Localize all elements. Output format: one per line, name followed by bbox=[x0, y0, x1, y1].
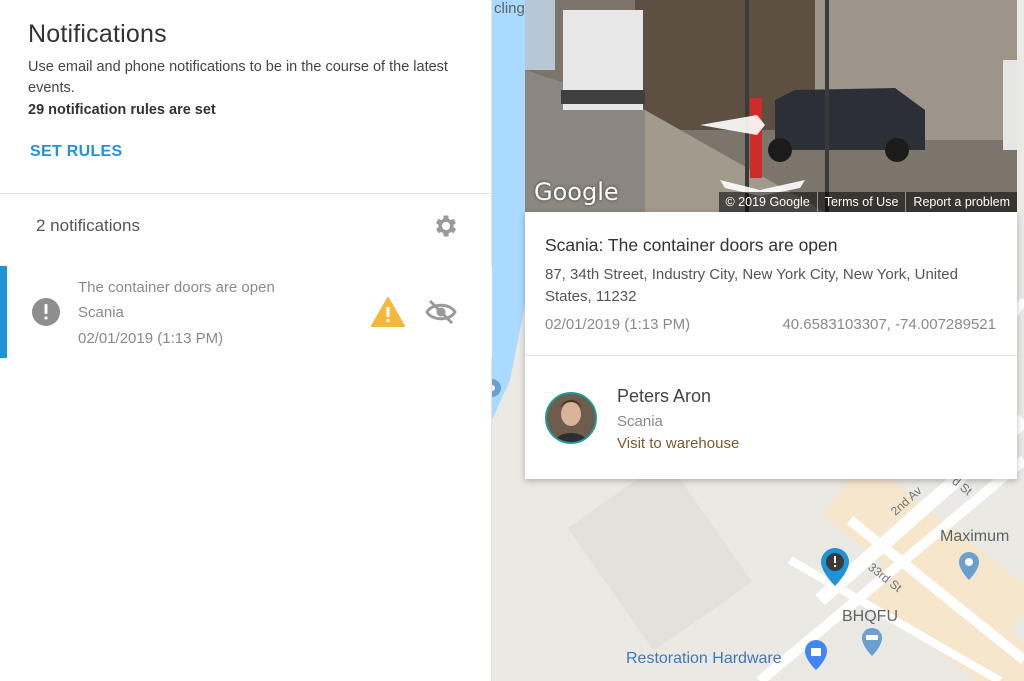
set-rules-button[interactable]: SET RULES bbox=[30, 143, 123, 161]
avatar bbox=[545, 392, 597, 444]
notification-title: The container doors are open bbox=[78, 279, 275, 296]
notifications-bar: 2 notifications bbox=[0, 194, 491, 258]
warning-icon bbox=[371, 297, 405, 327]
street-view[interactable]: Google © 2019 Google Terms of Use Report… bbox=[525, 0, 1017, 212]
divider bbox=[525, 355, 1017, 356]
school-pin-icon bbox=[862, 628, 882, 656]
notification-date: 02/01/2019 (1:13 PM) bbox=[78, 330, 224, 347]
report-problem-link[interactable]: Report a problem bbox=[905, 192, 1017, 212]
event-address: 87, 34th Street, Industry City, New York… bbox=[545, 266, 958, 305]
notification-item[interactable]: The container doors are open Scania 02/0… bbox=[0, 266, 492, 358]
terms-link[interactable]: Terms of Use bbox=[816, 192, 906, 212]
event-coordinates: 40.6583103307, -74.007289521 bbox=[782, 316, 996, 333]
page-title: Notifications bbox=[28, 20, 167, 48]
notifications-panel: Notifications Use email and phone notifi… bbox=[0, 0, 492, 681]
notification-subtitle: Scania bbox=[78, 304, 124, 321]
driver-company: Scania bbox=[617, 413, 663, 430]
event-title: Scania: The container doors are open bbox=[545, 235, 838, 255]
map-label: cling bbox=[494, 0, 525, 17]
map-block bbox=[567, 459, 753, 651]
shopping-pin-icon bbox=[805, 640, 827, 670]
gear-icon[interactable] bbox=[432, 212, 460, 240]
event-date: 02/01/2019 (1:13 PM) bbox=[545, 316, 691, 333]
alert-icon bbox=[32, 298, 60, 326]
hide-eye-icon[interactable] bbox=[424, 298, 458, 326]
driver-task-link[interactable]: Visit to warehouse bbox=[617, 435, 739, 452]
notifications-count: 2 notifications bbox=[36, 216, 140, 235]
panel-header: Notifications Use email and phone notifi… bbox=[0, 0, 491, 194]
rules-count: 29 notification rules are set bbox=[28, 102, 216, 118]
map-label-bhqfu[interactable]: BHQFU bbox=[842, 608, 898, 626]
avatar-image bbox=[547, 394, 595, 442]
event-info-card: Scania: The container doors are open 87,… bbox=[525, 212, 1017, 479]
selected-indicator bbox=[0, 266, 7, 358]
map-label-restoration-hardware[interactable]: Restoration Hardware bbox=[626, 650, 782, 668]
driver-name: Peters Aron bbox=[617, 386, 712, 406]
copyright-text: © 2019 Google bbox=[725, 195, 810, 209]
map-label-maximum[interactable]: Maximum bbox=[940, 528, 1009, 546]
street-view-footer: © 2019 Google Terms of Use Report a prob… bbox=[718, 192, 1017, 212]
panel-description: Use email and phone notifications to be … bbox=[28, 59, 448, 96]
google-logo: Google bbox=[534, 178, 619, 206]
